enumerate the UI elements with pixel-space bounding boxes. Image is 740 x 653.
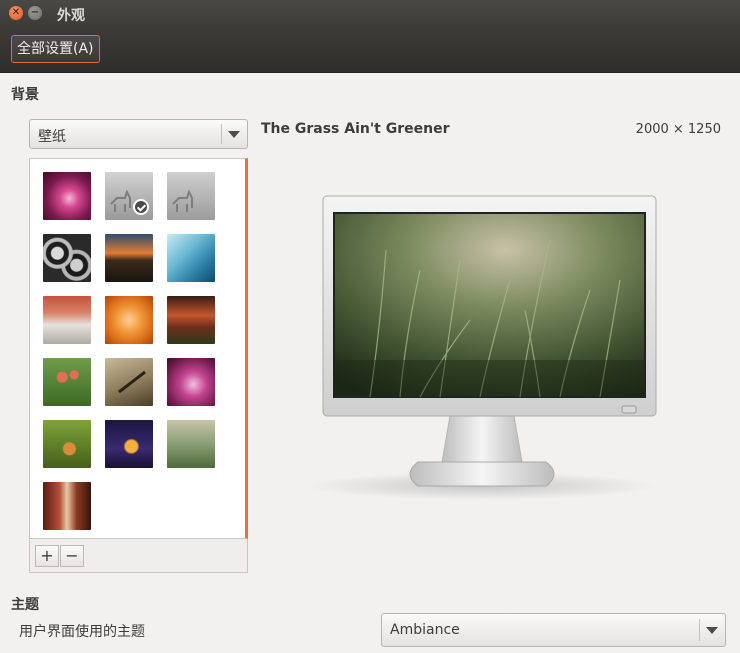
wallpaper-size: 2000 × 1250 xyxy=(635,122,721,137)
pen-icon xyxy=(118,370,146,394)
wallpaper-thumb-blue-water[interactable] xyxy=(167,234,215,282)
close-icon[interactable]: ✕ xyxy=(9,6,23,20)
wallpaper-thumb-orange-leaves[interactable] xyxy=(105,296,153,344)
wallpaper-thumb-pen[interactable] xyxy=(105,358,153,406)
selected-check-icon xyxy=(133,199,149,215)
theme-combo[interactable]: Ambiance xyxy=(381,613,726,647)
remove-wallpaper-button[interactable]: − xyxy=(60,545,84,567)
toolbar: 全部设置(A) xyxy=(0,28,740,73)
wallpaper-thumb-grey-deer-2[interactable] xyxy=(167,172,215,220)
monitor-neck xyxy=(441,415,523,463)
background-source-selected: 壁纸 xyxy=(38,129,66,145)
chevron-down-icon xyxy=(706,627,718,634)
window-title: 外观 xyxy=(57,8,85,24)
theme-selected: Ambiance xyxy=(390,622,460,638)
wallpaper-thumb-grass[interactable] xyxy=(167,420,215,468)
chevron-down-icon xyxy=(228,131,240,138)
wallpaper-thumb-pink-flower[interactable] xyxy=(167,358,215,406)
wallpaper-thumb-bottles[interactable] xyxy=(43,482,91,530)
wallpaper-thumb-night-fox[interactable] xyxy=(105,420,153,468)
combo-separator xyxy=(221,124,222,144)
all-settings-button[interactable]: 全部设置(A) xyxy=(11,35,100,63)
grass-foreground xyxy=(334,360,645,397)
wallpaper-thumb-red-flowers[interactable] xyxy=(43,358,91,406)
minimize-icon[interactable]: − xyxy=(28,6,42,20)
wallpaper-thumb-red-trees[interactable] xyxy=(43,296,91,344)
wallpaper-thumb-grey-deer[interactable] xyxy=(105,172,153,220)
theme-section-title: 主题 xyxy=(11,597,39,613)
background-source-combo[interactable]: 壁纸 xyxy=(29,119,248,149)
title-bar: ✕ − 外观 xyxy=(0,0,740,28)
wallpaper-thumb-purple-burst[interactable] xyxy=(43,172,91,220)
wallpaper-grid xyxy=(29,158,248,539)
wallpaper-thumb-green-field[interactable] xyxy=(43,420,91,468)
deer-icon xyxy=(172,189,193,212)
add-wallpaper-button[interactable]: + xyxy=(35,545,59,567)
theme-row-label: 用户界面使用的主题 xyxy=(19,624,145,640)
wallpaper-grid-toolbar: + − xyxy=(29,539,248,573)
monitor-base xyxy=(409,461,555,487)
power-button-icon xyxy=(621,405,637,414)
wallpaper-name: The Grass Ain't Greener xyxy=(261,121,450,137)
wallpaper-thumb-disk-array[interactable] xyxy=(43,234,91,282)
wallpaper-thumb-sunset-city[interactable] xyxy=(105,234,153,282)
monitor-preview xyxy=(307,195,657,500)
wallpaper-thumb-dark-sunset[interactable] xyxy=(167,296,215,344)
background-section-title: 背景 xyxy=(11,87,39,103)
combo-separator xyxy=(699,619,700,641)
